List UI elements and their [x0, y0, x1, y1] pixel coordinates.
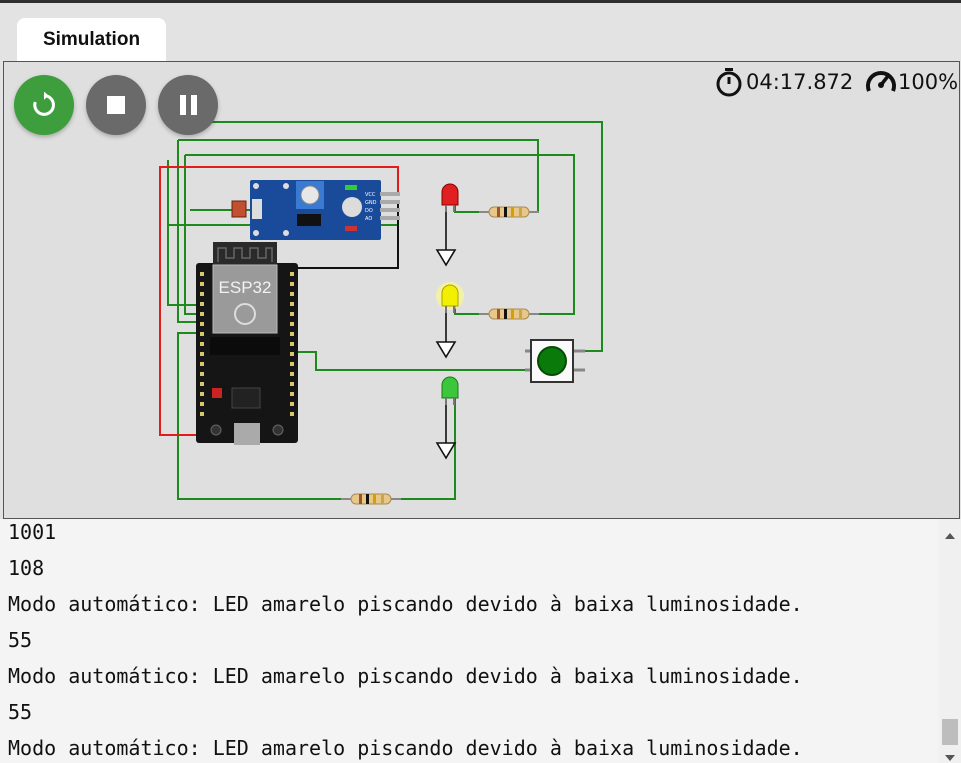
- esp32-label: ESP32: [219, 278, 272, 297]
- stop-icon: [107, 96, 125, 114]
- sensor-pin-gnd: GND: [365, 200, 377, 206]
- resistor-yellow: [479, 308, 539, 320]
- ground-symbol-2: [435, 341, 457, 359]
- pause-icon: [179, 95, 197, 115]
- esp32-board: ESP32: [196, 242, 298, 445]
- serial-line: 55: [8, 628, 33, 652]
- led-yellow: [436, 282, 464, 313]
- serial-monitor[interactable]: 1001 108 Modo automático: LED amarelo pi…: [0, 519, 961, 763]
- serial-line: 108: [8, 556, 45, 580]
- scroll-down-arrow[interactable]: [945, 755, 955, 761]
- ldr-sensor-module: VCC GND DO AO: [231, 180, 400, 240]
- serial-line: 55: [8, 700, 33, 724]
- pushbutton: [525, 339, 585, 383]
- restart-icon: [33, 91, 55, 116]
- scroll-thumb[interactable]: [942, 719, 958, 745]
- stopwatch-icon: [716, 68, 742, 97]
- elapsed-time-value: 04:17.872: [746, 70, 854, 94]
- serial-line: Modo automático: LED amarelo piscando de…: [8, 592, 803, 616]
- speedometer-icon: [866, 71, 896, 92]
- scroll-up-arrow[interactable]: [945, 533, 955, 539]
- restart-button[interactable]: [14, 75, 74, 135]
- sensor-pin-ao: AO: [365, 216, 372, 222]
- ground-symbol-3: [435, 442, 457, 460]
- elapsed-time: 04:17.872: [715, 66, 853, 98]
- ground-symbol-1: [435, 249, 457, 267]
- wire-green-button: [290, 351, 532, 371]
- serial-line: Modo automático: LED amarelo piscando de…: [8, 664, 803, 688]
- sensor-pin-vcc: VCC: [365, 192, 376, 198]
- serial-line: Modo automático: LED amarelo piscando de…: [8, 736, 803, 760]
- sensor-pin-do: DO: [365, 208, 373, 214]
- serial-scrollbar[interactable]: [939, 519, 961, 763]
- simulation-speed: 100%: [865, 66, 958, 98]
- wire-led-red-res: [454, 202, 490, 213]
- serial-line: 1001: [8, 520, 57, 544]
- resistor-red: [479, 206, 539, 218]
- pause-button[interactable]: [158, 75, 218, 135]
- simulation-speed-value: 100%: [898, 70, 959, 94]
- resistor-green: [341, 493, 401, 505]
- stop-button[interactable]: [86, 75, 146, 135]
